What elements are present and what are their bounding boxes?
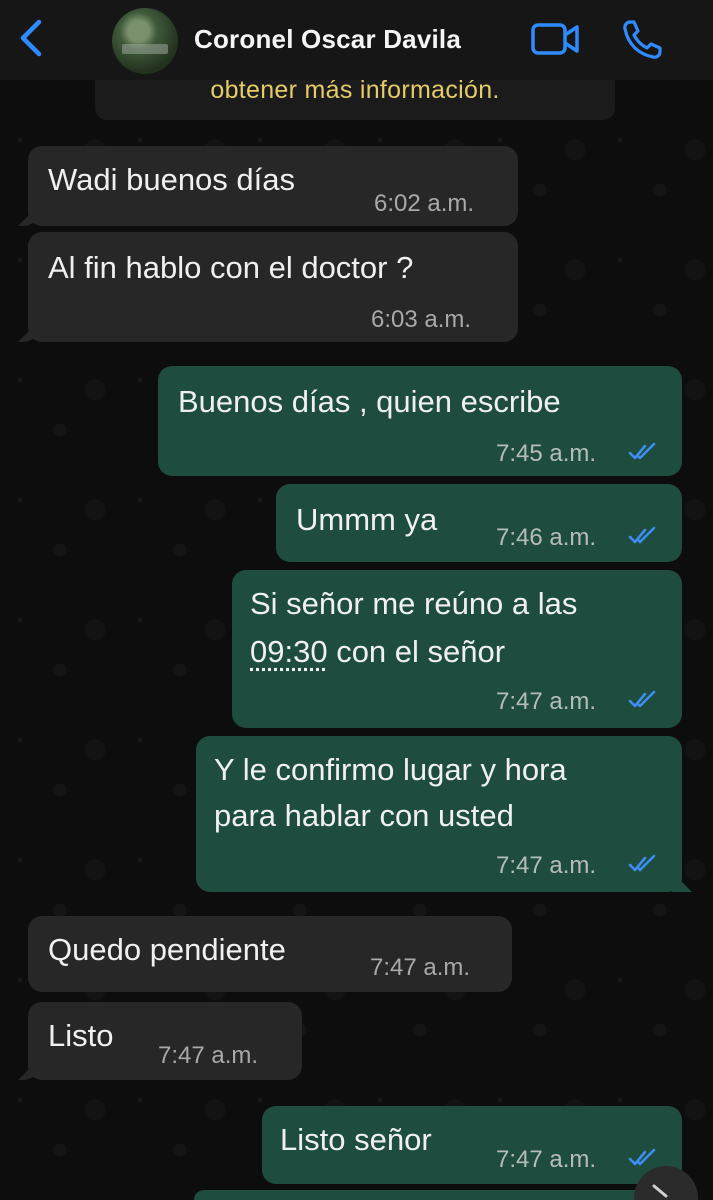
message-bubble-outgoing[interactable]: Ummm ya 7:46 a.m. — [276, 484, 682, 562]
message-time: 7:45 a.m. — [496, 440, 597, 467]
message-time: 7:47 a.m. — [158, 1042, 259, 1069]
contact-name[interactable]: Coronel Oscar Davila — [194, 24, 461, 55]
message-bubble-outgoing[interactable] — [194, 1190, 682, 1200]
read-receipt-icon — [628, 854, 656, 872]
back-button[interactable] — [12, 14, 52, 62]
read-receipt-icon — [628, 690, 656, 708]
message-bubble-incoming[interactable]: Wadi buenos días 6:02 a.m. — [28, 146, 518, 226]
message-time: 7:46 a.m. — [496, 524, 597, 551]
message-bubble-outgoing[interactable]: Buenos días , quien escribe 7:45 a.m. — [158, 366, 682, 476]
contact-avatar[interactable] — [112, 8, 178, 74]
message-bubble-outgoing[interactable]: Listo señor 7:47 a.m. — [262, 1106, 682, 1184]
message-text: Listo señor — [280, 1122, 432, 1157]
message-time: 7:47 a.m. — [496, 688, 597, 715]
voice-call-button[interactable] — [620, 18, 664, 62]
chevron-down-icon — [652, 1184, 668, 1198]
read-receipt-icon — [628, 1148, 656, 1166]
chat-header: Coronel Oscar Davila — [0, 0, 713, 80]
message-time: 7:47 a.m. — [496, 1146, 597, 1173]
message-bubble-outgoing[interactable]: Y le confirmo lugar y hora para hablar c… — [196, 736, 682, 892]
message-bubble-outgoing[interactable]: Si señor me reúno a las 09:30 con el señ… — [232, 570, 682, 728]
message-text: Ummm ya — [296, 502, 438, 537]
phone-icon — [623, 20, 662, 59]
message-text: Si señor me reúno a las — [250, 586, 578, 621]
message-time: 7:47 a.m. — [496, 852, 597, 879]
message-text: Listo — [48, 1018, 114, 1053]
scroll-to-bottom-button[interactable] — [634, 1166, 698, 1200]
read-receipt-icon — [628, 526, 656, 544]
read-receipt-icon — [628, 442, 656, 460]
message-text: Al fin hablo con el doctor ? — [48, 250, 414, 285]
message-bubble-incoming[interactable]: Listo 7:47 a.m. — [28, 1002, 302, 1080]
message-time: 6:02 a.m. — [374, 190, 475, 217]
message-text: Quedo pendiente — [48, 932, 286, 967]
video-call-button[interactable] — [530, 18, 582, 60]
message-text: Buenos días , quien escribe — [178, 384, 561, 419]
message-text: Wadi buenos días — [48, 162, 296, 197]
time-link[interactable]: 09:30 — [250, 634, 328, 669]
message-bubble-incoming[interactable]: Al fin hablo con el doctor ? 6:03 a.m. — [28, 232, 518, 342]
message-text: para hablar con usted — [214, 798, 514, 833]
chevron-left-icon — [20, 19, 42, 57]
message-bubble-incoming[interactable]: Quedo pendiente 7:47 a.m. — [28, 916, 512, 992]
notice-text: obtener más información. — [210, 76, 500, 104]
message-time: 7:47 a.m. — [370, 954, 471, 981]
message-text: Y le confirmo lugar y hora — [214, 752, 567, 787]
message-text-line: 09:30 con el señor — [250, 634, 506, 669]
message-time: 6:03 a.m. — [371, 306, 472, 333]
video-camera-icon — [531, 23, 579, 55]
